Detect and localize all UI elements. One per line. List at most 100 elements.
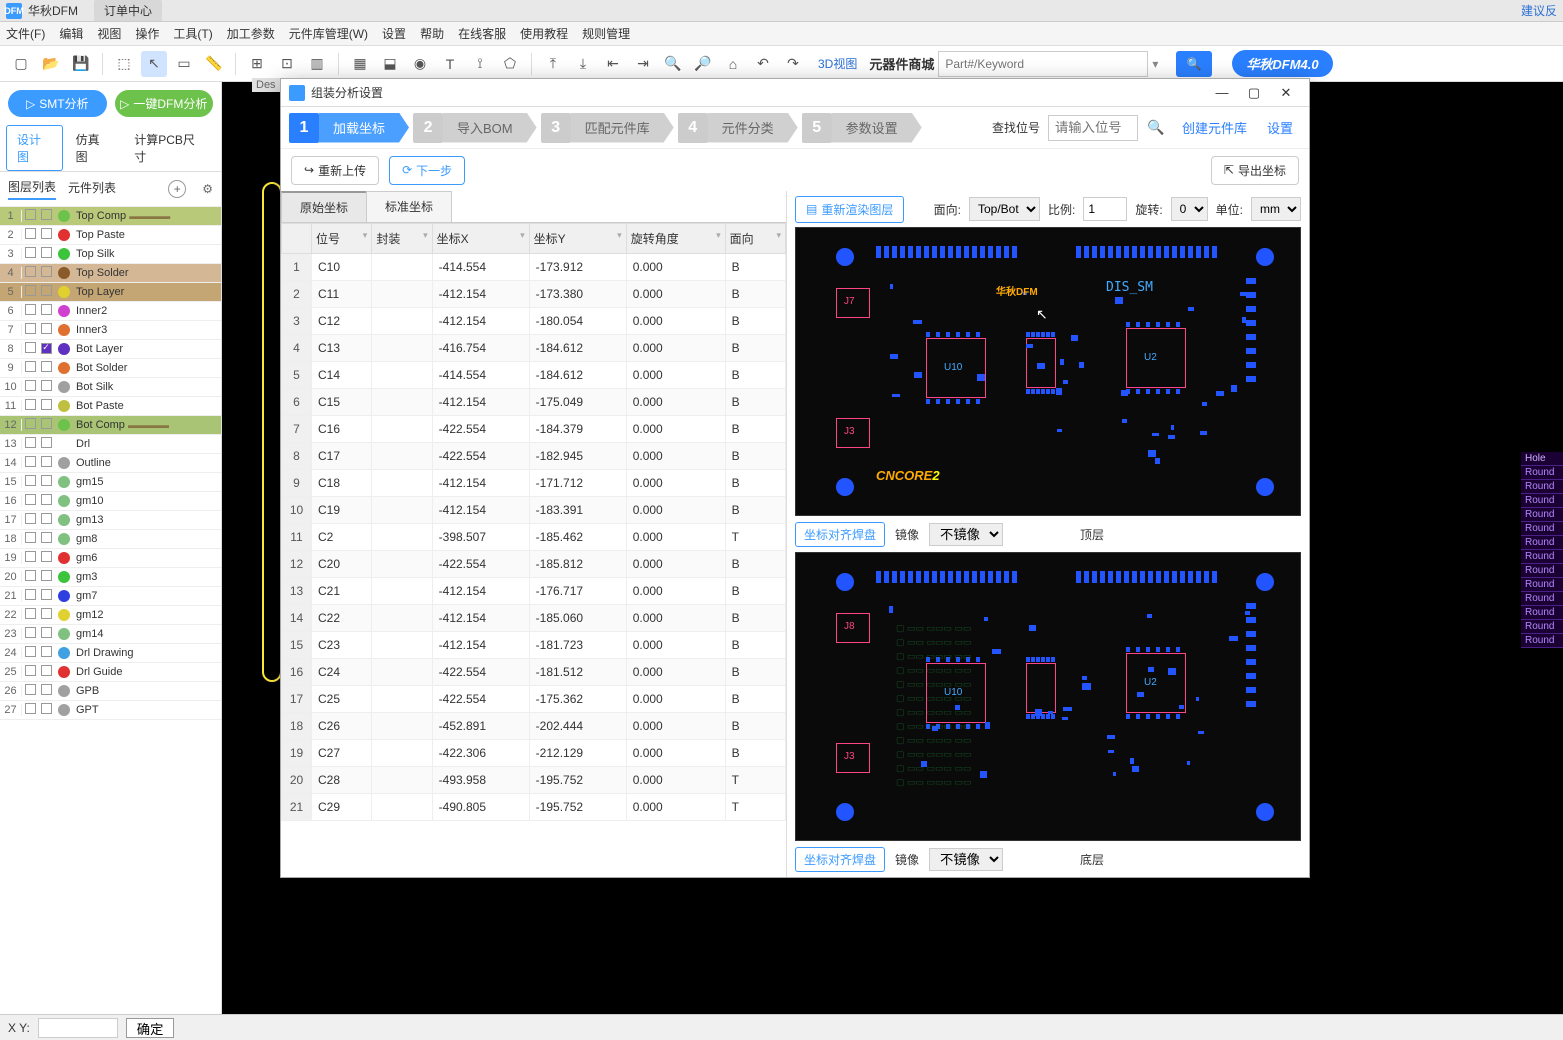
menu-item[interactable]: 使用教程 bbox=[520, 25, 568, 42]
select-checkbox[interactable] bbox=[38, 475, 54, 489]
select-checkbox[interactable] bbox=[38, 684, 54, 698]
visibility-checkbox[interactable] bbox=[22, 418, 38, 432]
column-header[interactable]: 坐标Y▾ bbox=[529, 224, 626, 254]
subtab-layers[interactable]: 图层列表 bbox=[8, 178, 56, 200]
visibility-checkbox[interactable] bbox=[22, 703, 38, 717]
dropdown-icon[interactable]: ▾ bbox=[1152, 57, 1168, 71]
menu-item[interactable]: 操作 bbox=[135, 25, 159, 42]
component-icon[interactable]: ▦ bbox=[347, 51, 373, 77]
tab-original-coord[interactable]: 原始坐标 bbox=[281, 191, 367, 222]
layer-row[interactable]: 4 Top Solder bbox=[0, 264, 221, 283]
select-checkbox[interactable] bbox=[38, 589, 54, 603]
subtab-components[interactable]: 元件列表 bbox=[68, 179, 116, 199]
layer-row[interactable]: 12 Bot Comp ▬▬▬▬▬ bbox=[0, 416, 221, 435]
table-row[interactable]: 18 C26 -452.891 -202.444 0.000 B bbox=[282, 713, 786, 740]
zoom-in-icon[interactable]: 🔍 bbox=[660, 51, 686, 77]
close-icon[interactable]: ✕ bbox=[1271, 82, 1301, 104]
table-row[interactable]: 16 C24 -422.554 -181.512 0.000 B bbox=[282, 659, 786, 686]
part-search-input[interactable] bbox=[938, 51, 1148, 77]
visibility-checkbox[interactable] bbox=[22, 456, 38, 470]
tab-standard-coord[interactable]: 标准坐标 bbox=[366, 191, 452, 222]
select-checkbox[interactable] bbox=[38, 437, 54, 451]
table-row[interactable]: 8 C17 -422.554 -182.945 0.000 B bbox=[282, 443, 786, 470]
visibility-checkbox[interactable] bbox=[22, 361, 38, 375]
smt-analysis-button[interactable]: ▷SMT分析 bbox=[8, 90, 107, 117]
visibility-checkbox[interactable] bbox=[22, 646, 38, 660]
text-icon[interactable]: T bbox=[437, 51, 463, 77]
layer-row[interactable]: 9 Bot Solder bbox=[0, 359, 221, 378]
next-button[interactable]: ⟳下一步 bbox=[389, 156, 465, 185]
select-checkbox[interactable] bbox=[38, 247, 54, 261]
select-checkbox[interactable] bbox=[38, 304, 54, 318]
menu-item[interactable]: 工具(T) bbox=[173, 25, 212, 42]
wizard-step[interactable]: 5参数设置 bbox=[802, 112, 922, 144]
align-pads-button-bot[interactable]: 坐标对齐焊盘 bbox=[795, 847, 885, 872]
wizard-step[interactable]: 2导入BOM bbox=[413, 112, 537, 144]
new-icon[interactable]: ▢ bbox=[8, 51, 34, 77]
layer-row[interactable]: 1 Top Comp ▬▬▬▬▬ bbox=[0, 207, 221, 226]
layer-icon[interactable]: ▥ bbox=[304, 51, 330, 77]
layer-row[interactable]: 11 Bot Paste bbox=[0, 397, 221, 416]
visibility-checkbox[interactable] bbox=[22, 532, 38, 546]
column-header[interactable]: 位号▾ bbox=[312, 224, 372, 254]
visibility-checkbox[interactable] bbox=[22, 475, 38, 489]
redo-icon[interactable]: ↷ bbox=[780, 51, 806, 77]
layer-row[interactable]: 3 Top Silk bbox=[0, 245, 221, 264]
select-checkbox[interactable] bbox=[38, 627, 54, 641]
ruler-icon[interactable]: 📏 bbox=[201, 51, 227, 77]
column-header[interactable]: 封装▾ bbox=[372, 224, 432, 254]
table-row[interactable]: 2 C11 -412.154 -173.380 0.000 B bbox=[282, 281, 786, 308]
table-row[interactable]: 4 C13 -416.754 -184.612 0.000 B bbox=[282, 335, 786, 362]
select-checkbox[interactable] bbox=[38, 551, 54, 565]
layer-row[interactable]: 14 Outline bbox=[0, 454, 221, 473]
fit-icon[interactable]: ⬚ bbox=[111, 51, 137, 77]
feedback-link[interactable]: 建议反 bbox=[1521, 2, 1557, 19]
select-checkbox[interactable] bbox=[38, 646, 54, 660]
select-checkbox[interactable] bbox=[38, 608, 54, 622]
wizard-step[interactable]: 1加载坐标 bbox=[289, 112, 409, 144]
menu-item[interactable]: 设置 bbox=[382, 25, 406, 42]
layer-row[interactable]: 13 Drl bbox=[0, 435, 221, 454]
menu-item[interactable]: 编辑 bbox=[59, 25, 83, 42]
align-top-icon[interactable]: ⤒ bbox=[540, 51, 566, 77]
visibility-checkbox[interactable] bbox=[22, 342, 38, 356]
menu-item[interactable]: 规则管理 bbox=[582, 25, 630, 42]
table-row[interactable]: 10 C19 -412.154 -183.391 0.000 B bbox=[282, 497, 786, 524]
scale-input[interactable] bbox=[1083, 197, 1127, 221]
settings-link[interactable]: 设置 bbox=[1267, 118, 1293, 137]
route-icon[interactable]: ⬓ bbox=[377, 51, 403, 77]
pcb-bottom-view[interactable]: U10U2J8J3▢ ▭▭ ▭▭▭ ▭▭▢ ▭▭ ▭▭▭ ▭▭▢ ▭▭ ▭▭▭ … bbox=[795, 552, 1301, 841]
maximize-icon[interactable]: ▢ bbox=[1239, 82, 1269, 104]
save-icon[interactable]: 💾 bbox=[68, 51, 94, 77]
layer-row[interactable]: 26 GPB bbox=[0, 682, 221, 701]
select-checkbox[interactable]: ✓ bbox=[38, 343, 54, 356]
table-row[interactable]: 21 C29 -490.805 -195.752 0.000 T bbox=[282, 794, 786, 821]
column-header[interactable]: 面向▾ bbox=[725, 224, 785, 254]
select-checkbox[interactable] bbox=[38, 570, 54, 584]
table-row[interactable]: 20 C28 -493.958 -195.752 0.000 T bbox=[282, 767, 786, 794]
polygon-icon[interactable]: ⬠ bbox=[497, 51, 523, 77]
dfm-analysis-button[interactable]: ▷一键DFM分析 bbox=[115, 90, 214, 117]
visibility-checkbox[interactable] bbox=[22, 570, 38, 584]
layer-row[interactable]: 15 gm15 bbox=[0, 473, 221, 492]
grid-icon[interactable]: ⊞ bbox=[244, 51, 270, 77]
select-checkbox[interactable] bbox=[38, 418, 54, 432]
table-row[interactable]: 9 C18 -412.154 -171.712 0.000 B bbox=[282, 470, 786, 497]
home-icon[interactable]: ⌂ bbox=[720, 51, 746, 77]
order-center-tab[interactable]: 订单中心 bbox=[94, 0, 162, 21]
visibility-checkbox[interactable] bbox=[22, 684, 38, 698]
tab-pcb-size[interactable]: 计算PCB尺寸 bbox=[123, 125, 215, 171]
select-checkbox[interactable] bbox=[38, 209, 54, 223]
layer-row[interactable]: 27 GPT bbox=[0, 701, 221, 720]
layer-row[interactable]: 22 gm12 bbox=[0, 606, 221, 625]
table-row[interactable]: 1 C10 -414.554 -173.912 0.000 B bbox=[282, 254, 786, 281]
layer-row[interactable]: 8 ✓ Bot Layer bbox=[0, 340, 221, 359]
dimension-icon[interactable]: ⟟ bbox=[467, 51, 493, 77]
select-checkbox[interactable] bbox=[38, 361, 54, 375]
visibility-checkbox[interactable] bbox=[22, 608, 38, 622]
layer-row[interactable]: 7 Inner3 bbox=[0, 321, 221, 340]
select-icon[interactable]: ↖ bbox=[141, 51, 167, 77]
select-checkbox[interactable] bbox=[38, 228, 54, 242]
reupload-button[interactable]: ↪重新上传 bbox=[291, 156, 379, 185]
layer-row[interactable]: 25 Drl Guide bbox=[0, 663, 221, 682]
